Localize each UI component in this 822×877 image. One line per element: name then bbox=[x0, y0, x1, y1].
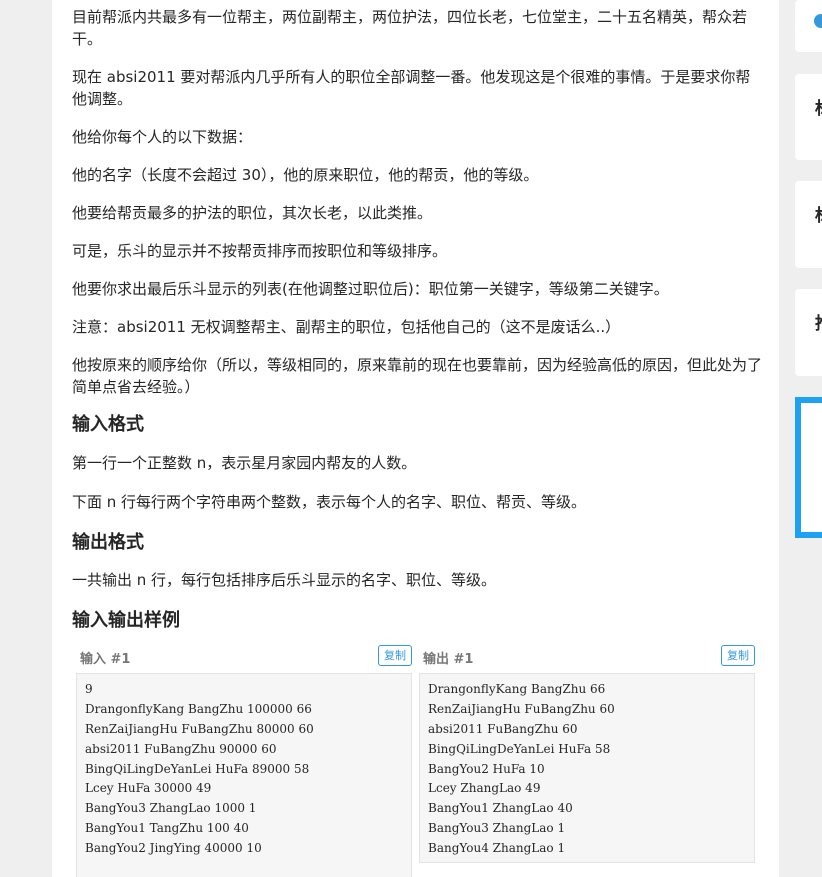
input-format-heading: 输入格式 bbox=[72, 414, 144, 435]
output-format-line: 一共输出 n 行，每行包括排序后乐斗显示的名字、职位、等级。 bbox=[72, 571, 497, 589]
description-paragraph: 可是，乐斗的显示并不按帮贡排序而按职位和等级排序。 bbox=[72, 242, 448, 260]
output-format-heading: 输出格式 bbox=[72, 532, 144, 553]
sample-output-code: DrangonflyKang BangZhu 66 RenZaiJiangHu … bbox=[419, 673, 755, 863]
description-paragraph: 现在 absi2011 要对帮派内几乎所有人的职位全部调整一番。他发现这是个很难… bbox=[72, 68, 751, 108]
description-paragraph: 他给你每个人的以下数据： bbox=[72, 128, 253, 146]
code-line: BangYou2 HuFa 10 bbox=[428, 761, 545, 776]
sample-output-label: 输出 #1 bbox=[423, 652, 474, 667]
code-line: BingQiLingDeYanLei HuFa 89000 58 bbox=[85, 761, 310, 776]
sidebar-card-3[interactable]: 推 bbox=[795, 289, 822, 376]
code-line: BangYou1 TangZhu 100 40 bbox=[85, 821, 249, 836]
code-line: Lcey ZhangLao 49 bbox=[428, 781, 541, 796]
copy-output-button[interactable]: 复制 bbox=[721, 645, 755, 666]
code-line: RenZaiJiangHu FuBangZhu 80000 60 bbox=[85, 721, 314, 736]
code-line: absi2011 FuBangZhu 60 bbox=[428, 721, 578, 736]
sidebar-card-2[interactable]: 标 bbox=[795, 181, 822, 268]
input-format-line: 第一行一个正整数 n，表示星月家园内帮友的人数。 bbox=[72, 454, 417, 472]
samples-heading: 输入输出样例 bbox=[72, 610, 180, 631]
code-line: absi2011 FuBangZhu 90000 60 bbox=[85, 741, 277, 756]
code-line: RenZaiJiangHu FuBangZhu 60 bbox=[428, 701, 615, 716]
description-paragraph: 目前帮派内共最多有一位帮主，两位副帮主，两位护法，四位长老，七位堂主，二十五名精… bbox=[72, 8, 748, 48]
description-paragraph: 他的名字（长度不会超过 30），他的原来职位，他的帮贡，他的等级。 bbox=[72, 166, 539, 184]
sample-input-header: 输入 #1 复制 bbox=[76, 645, 412, 671]
code-line: DrangonflyKang BangZhu 66 bbox=[428, 682, 606, 696]
description-paragraph: 他要给帮贡最多的护法的职位，其次长老，以此类推。 bbox=[72, 204, 433, 222]
sidebar-card-title: 标 bbox=[815, 201, 822, 226]
sample-output-header: 输出 #1 复制 bbox=[419, 645, 755, 671]
code-line: BangYou4 ZhangLao 1 bbox=[428, 841, 566, 856]
code-line: BangYou3 ZhangLao 1 bbox=[428, 821, 566, 836]
code-line: BangYou1 ZhangLao 40 bbox=[428, 801, 573, 816]
code-line: 9 bbox=[85, 682, 93, 696]
code-line: BangYou2 JingYing 40000 10 bbox=[85, 841, 262, 856]
code-line: BingQiLingDeYanLei HuFa 58 bbox=[428, 741, 611, 756]
input-format-line: 下面 n 行每行两个字符串两个整数，表示每个人的名字、职位、帮贡、等级。 bbox=[72, 493, 587, 511]
sample-input-panel: 输入 #1 复制 9 DrangonflyKang BangZhu 100000… bbox=[76, 645, 412, 877]
sidebar-card-title: 推 bbox=[815, 309, 822, 334]
status-dot-icon bbox=[814, 14, 822, 28]
sidebar-card-status[interactable] bbox=[795, 0, 822, 52]
description-paragraph: 他要你求出最后乐斗显示的列表(在他调整过职位后)：职位第一关键字，等级第二关键字… bbox=[72, 280, 669, 298]
problem-card: 目前帮派内共最多有一位帮主，两位副帮主，两位护法，四位长老，七位堂主，二十五名精… bbox=[52, 0, 779, 877]
description-paragraph: 他按原来的顺序给你（所以，等级相同的，原来靠前的现在也要靠前，因为经验高低的原因… bbox=[72, 356, 763, 396]
copy-input-button[interactable]: 复制 bbox=[378, 645, 412, 666]
sample-input-code: 9 DrangonflyKang BangZhu 100000 66 RenZa… bbox=[76, 673, 412, 877]
code-line: BangYou3 ZhangLao 1000 1 bbox=[85, 801, 257, 816]
sample-input-label: 输入 #1 bbox=[80, 652, 131, 667]
sidebar-card-title: 标 bbox=[815, 94, 822, 119]
sidebar-card-1[interactable]: 标 bbox=[795, 74, 822, 160]
sample-output-panel: 输出 #1 复制 DrangonflyKang BangZhu 66 RenZa… bbox=[419, 645, 755, 863]
description-paragraph: 注意：absi2011 无权调整帮主、副帮主的职位，包括他自己的（这不是废话么.… bbox=[72, 318, 621, 336]
code-line: DrangonflyKang BangZhu 100000 66 bbox=[85, 701, 312, 716]
sidebar-highlight-card[interactable] bbox=[795, 397, 822, 538]
code-line: Lcey HuFa 30000 49 bbox=[85, 781, 212, 796]
